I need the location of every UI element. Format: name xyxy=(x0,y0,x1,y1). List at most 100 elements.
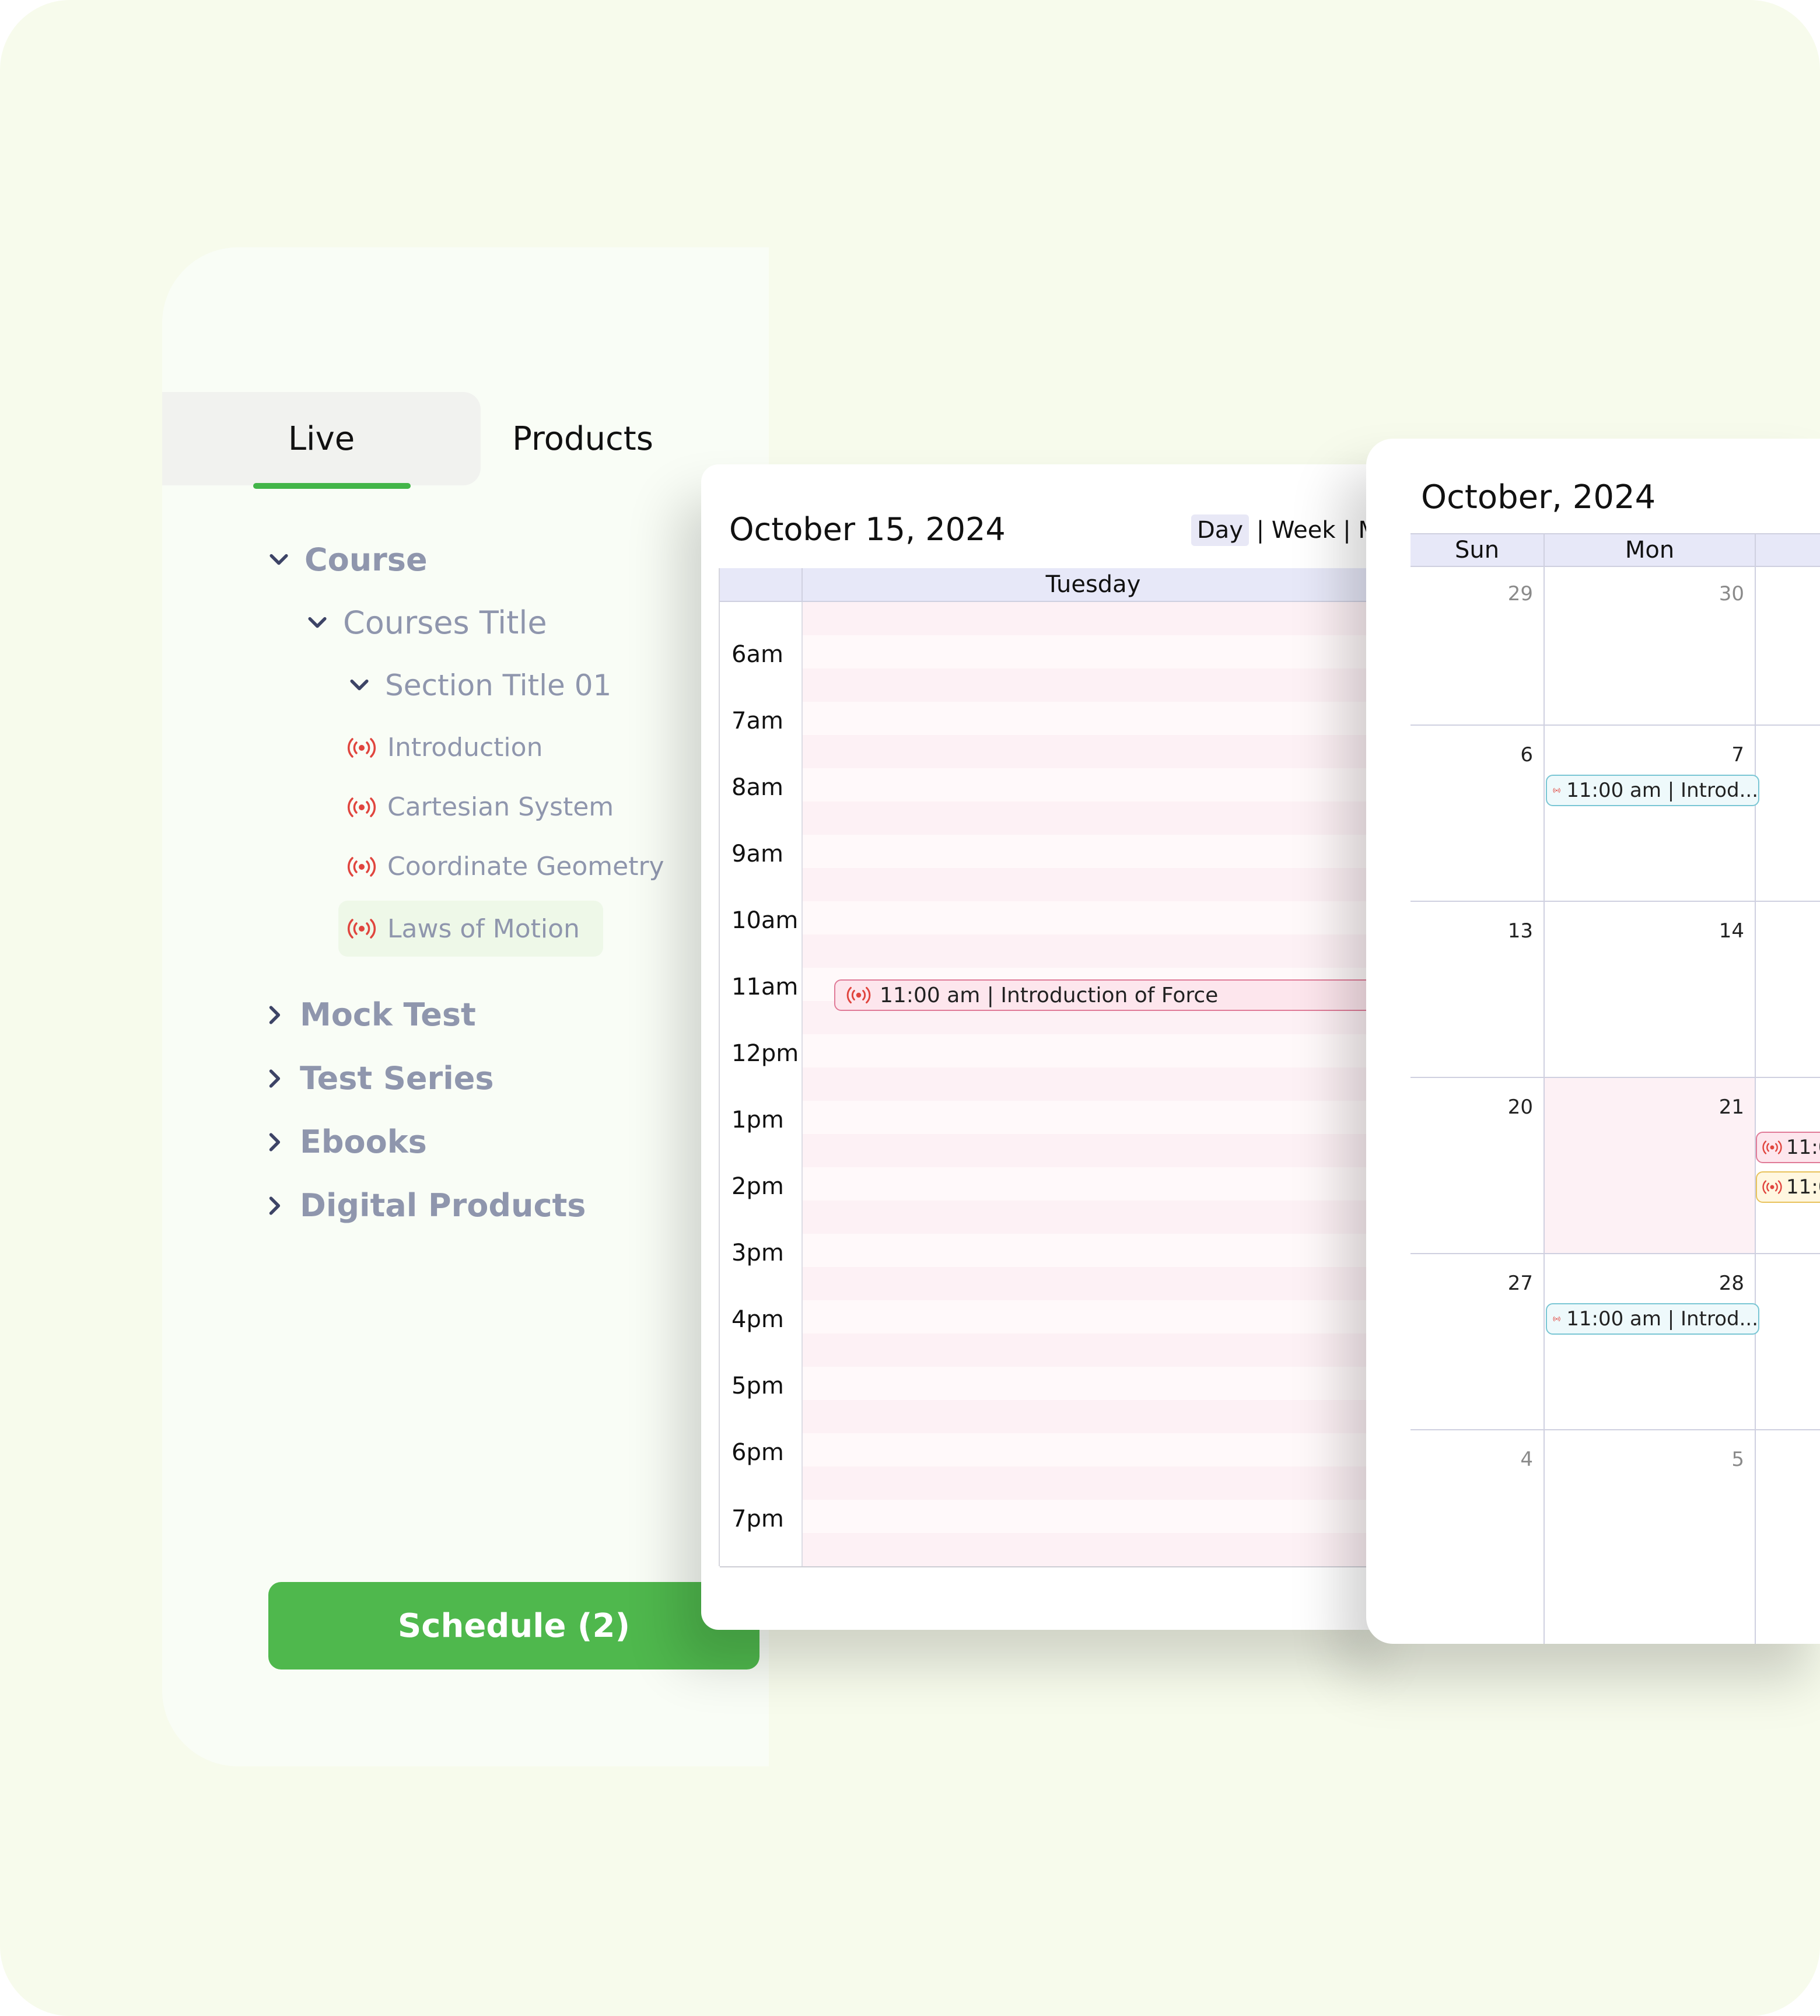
lesson-introduction[interactable]: Introduction xyxy=(346,733,542,762)
time-slot-row[interactable] xyxy=(720,602,1401,636)
day-view-title: October 15, 2024 xyxy=(729,511,1006,548)
time-slot[interactable] xyxy=(720,1167,1401,1202)
time-slot[interactable] xyxy=(720,1466,1401,1501)
hour-row[interactable]: 5pm xyxy=(720,1367,1401,1434)
time-gutter xyxy=(720,1334,803,1367)
time-gutter xyxy=(720,868,803,901)
time-slot[interactable] xyxy=(720,1500,1401,1534)
tree-item-mock-test[interactable]: Mock Test xyxy=(261,996,476,1033)
chevron-down-icon xyxy=(350,679,369,691)
tree-label-course: Course xyxy=(304,541,428,578)
time-slot[interactable] xyxy=(720,1034,1401,1069)
hour-row[interactable]: 8am xyxy=(720,768,1401,836)
app-canvas: Live Products Course Courses Title Secti… xyxy=(0,0,1820,2016)
lesson-label: Cartesian System xyxy=(387,792,614,822)
hour-row[interactable]: 1pm xyxy=(720,1101,1401,1168)
time-slot[interactable] xyxy=(720,1400,1401,1434)
schedule-button[interactable]: Schedule (2) xyxy=(268,1582,760,1670)
time-slot[interactable] xyxy=(720,1300,1401,1335)
chevron-right-icon xyxy=(269,1005,281,1024)
tuesday-event-chip[interactable]: 11:0 xyxy=(1756,1171,1820,1203)
time-slot[interactable] xyxy=(720,735,1401,769)
hour-row[interactable]: 3pm xyxy=(720,1234,1401,1301)
time-gutter xyxy=(720,1533,803,1566)
hour-row[interactable]: 2pm xyxy=(720,1167,1401,1235)
view-separator: | xyxy=(1256,517,1265,544)
day-cell[interactable]: 5 xyxy=(1545,1430,1756,1644)
chevron-down-icon xyxy=(270,554,288,565)
time-slot[interactable] xyxy=(720,768,1401,803)
week-row: 6 7 11:00 am | Introd... xyxy=(1410,726,1820,902)
time-slot[interactable] xyxy=(720,1267,1401,1301)
lesson-cartesian-system[interactable]: Cartesian System xyxy=(346,792,614,822)
day-cell[interactable]: 28 11:00 am | Introd... xyxy=(1545,1254,1759,1429)
weekday-header: Sun Mon xyxy=(1410,533,1820,567)
time-slot[interactable] xyxy=(720,1334,1401,1368)
view-day-button[interactable]: Day xyxy=(1191,514,1249,546)
day-cell[interactable]: 27 xyxy=(1410,1254,1545,1429)
time-slot[interactable] xyxy=(720,802,1401,836)
week-row: 20 21 11:0 11:0 xyxy=(1410,1078,1820,1254)
time-slot[interactable] xyxy=(720,835,1401,869)
day-cell[interactable]: 20 xyxy=(1410,1078,1545,1253)
time-slot[interactable] xyxy=(720,1101,1401,1135)
time-slot[interactable] xyxy=(720,668,1401,703)
lesson-coordinate-geometry[interactable]: Coordinate Geometry xyxy=(346,852,664,881)
time-gutter xyxy=(720,1267,803,1300)
day-cell[interactable]: 7 11:00 am | Introd... xyxy=(1545,726,1759,901)
hour-row[interactable]: 10am xyxy=(720,901,1401,969)
time-gutter xyxy=(720,802,803,835)
day-number: 7 xyxy=(1731,743,1744,766)
hour-row[interactable]: 12pm xyxy=(720,1034,1401,1102)
time-slot[interactable] xyxy=(720,1234,1401,1268)
tree-label-ebooks: Ebooks xyxy=(300,1124,427,1160)
time-slot[interactable] xyxy=(720,602,1401,636)
tab-products[interactable]: Products xyxy=(481,392,685,485)
tree-item-ebooks[interactable]: Ebooks xyxy=(261,1124,427,1160)
tab-live[interactable]: Live xyxy=(162,392,481,489)
tree-item-course[interactable]: Course xyxy=(266,541,428,578)
month-view-title: October, 2024 xyxy=(1421,478,1656,516)
time-slot[interactable] xyxy=(720,1433,1401,1468)
time-slot[interactable] xyxy=(720,1533,1401,1567)
time-gutter xyxy=(720,1134,803,1167)
lesson-laws-of-motion[interactable]: Laws of Motion xyxy=(338,901,603,957)
view-week-button[interactable]: Week xyxy=(1272,517,1336,544)
hour-row[interactable]: 9am xyxy=(720,835,1401,902)
tree-item-test-series[interactable]: Test Series xyxy=(261,1060,494,1097)
time-slot[interactable] xyxy=(720,901,1401,936)
broadcast-icon xyxy=(1553,1316,1560,1322)
time-slot[interactable] xyxy=(720,868,1401,902)
time-gutter xyxy=(720,935,803,968)
hour-row[interactable]: 6pm xyxy=(720,1433,1401,1501)
time-slot[interactable] xyxy=(720,1134,1401,1168)
tree-item-digital-products[interactable]: Digital Products xyxy=(261,1187,586,1224)
time-slot[interactable] xyxy=(720,1367,1401,1401)
day-cell[interactable]: 13 xyxy=(1410,902,1545,1077)
hour-row[interactable]: 6am xyxy=(720,635,1401,703)
hour-row[interactable]: 7pm xyxy=(720,1500,1401,1567)
day-cell-selected[interactable]: 21 xyxy=(1545,1078,1756,1253)
hour-row[interactable]: 7am xyxy=(720,702,1401,769)
tuesday-event-chip[interactable]: 11:0 xyxy=(1756,1132,1820,1163)
hour-row[interactable]: 11am 11:00 am | Introduction of Force xyxy=(720,968,1401,1035)
tree-item-courses-title[interactable]: Courses Title xyxy=(304,604,547,641)
month-event[interactable]: 11:00 am | Introd... xyxy=(1546,775,1759,806)
month-view-panel: October, 2024 Sun Mon 29 30 6 7 11:00 am… xyxy=(1366,439,1820,1644)
hour-row[interactable]: 4pm xyxy=(720,1300,1401,1368)
time-slot[interactable] xyxy=(720,635,1401,670)
time-slot[interactable] xyxy=(720,1200,1401,1235)
day-event[interactable]: 11:00 am | Introduction of Force xyxy=(834,979,1401,1011)
hour-label: 6am xyxy=(732,641,783,668)
week-row: 29 30 xyxy=(1410,565,1820,726)
tree-item-section-title[interactable]: Section Title 01 xyxy=(346,668,611,702)
day-cell[interactable]: 14 xyxy=(1545,902,1756,1077)
day-cell[interactable]: 6 xyxy=(1410,726,1545,901)
time-slot[interactable] xyxy=(720,1068,1401,1102)
day-cell[interactable]: 29 xyxy=(1410,565,1545,724)
day-cell[interactable]: 4 xyxy=(1410,1430,1545,1644)
day-cell[interactable]: 30 xyxy=(1545,565,1756,724)
time-slot[interactable] xyxy=(720,935,1401,969)
month-event[interactable]: 11:00 am | Introd... xyxy=(1546,1303,1759,1335)
time-slot[interactable] xyxy=(720,702,1401,736)
